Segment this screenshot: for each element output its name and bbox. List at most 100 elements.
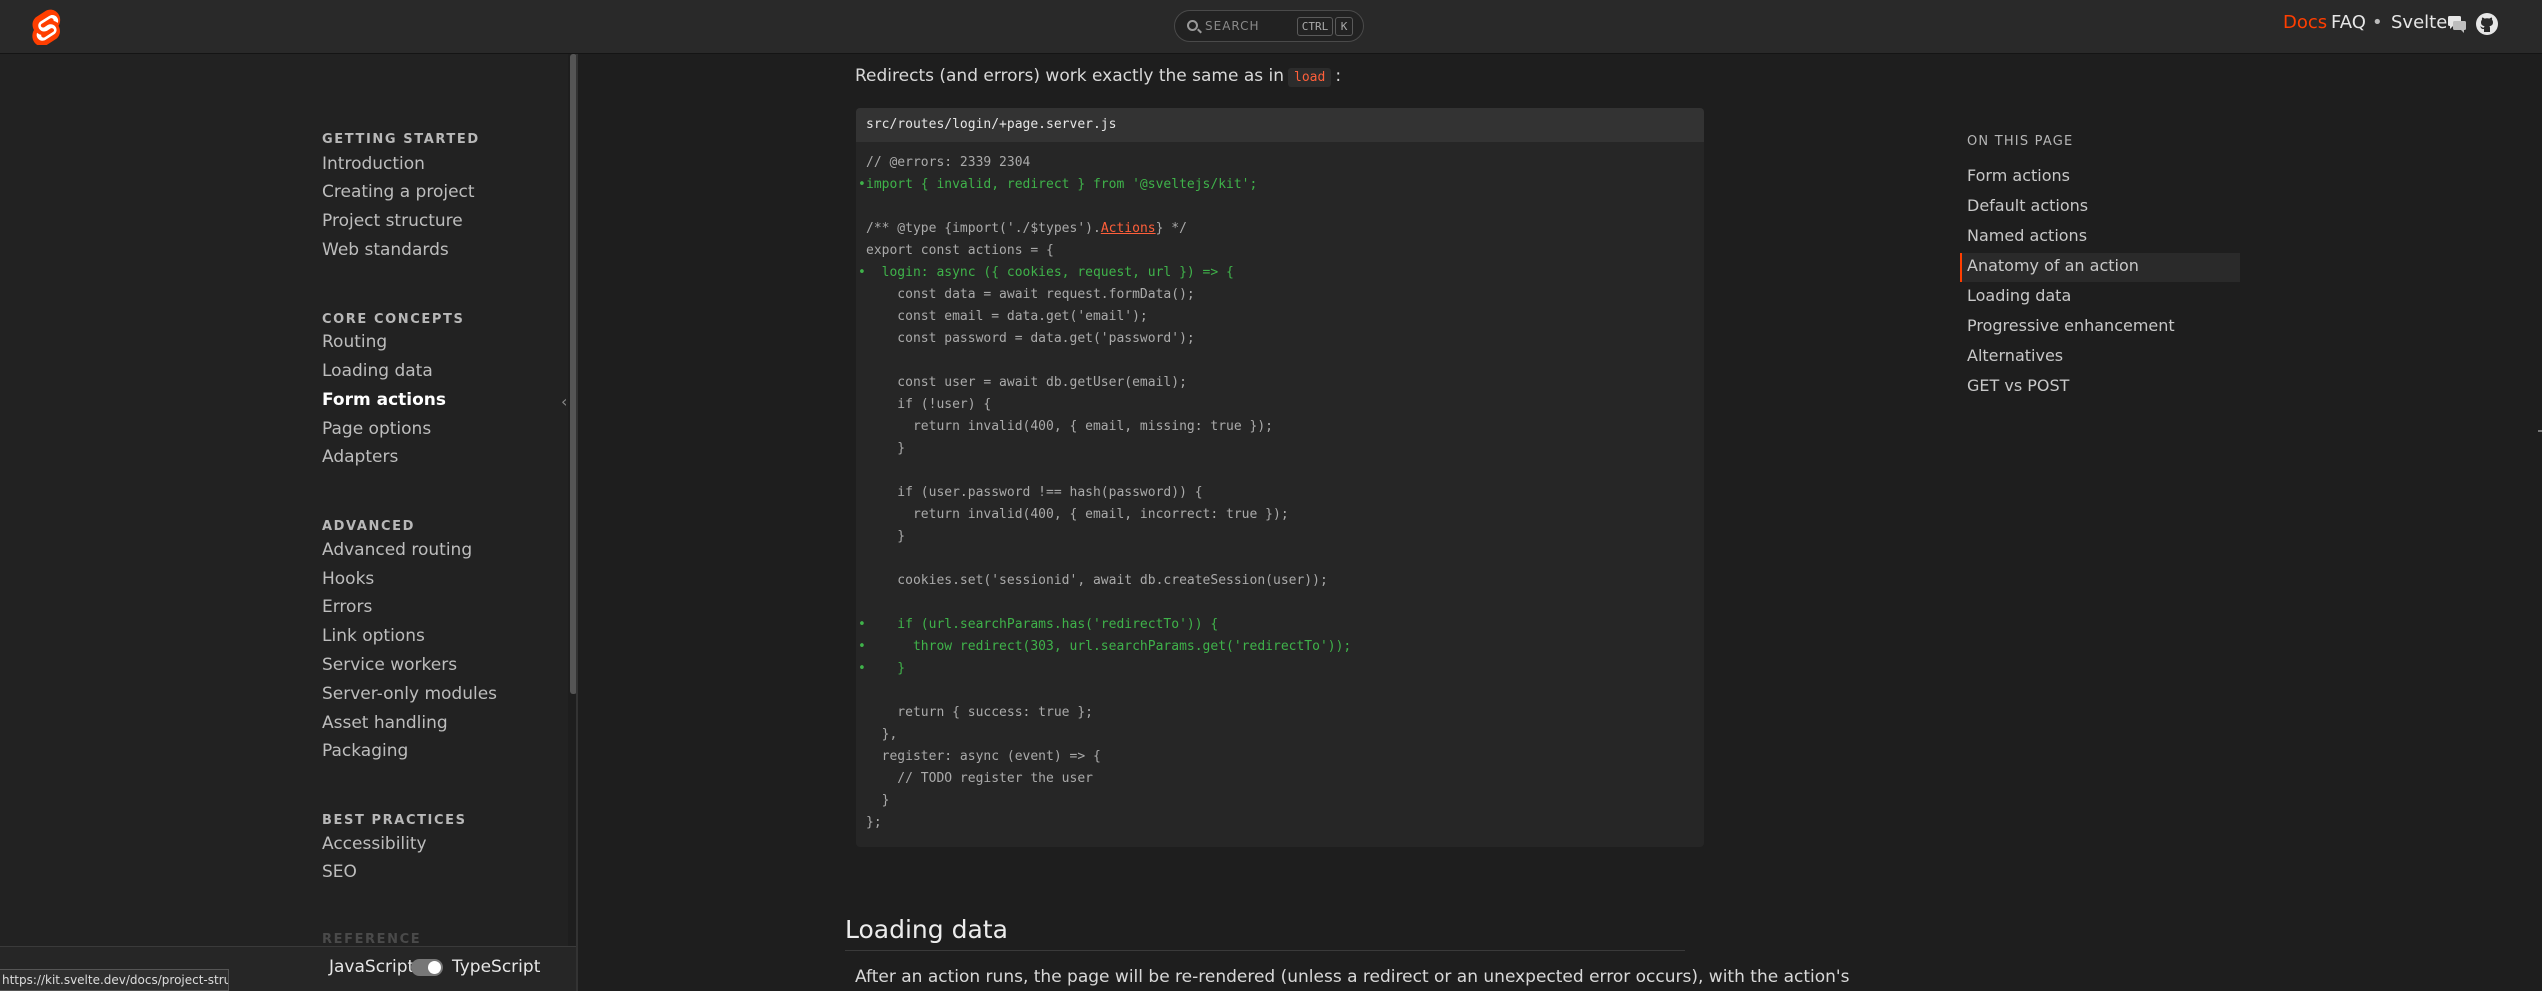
diff-added-marker: •	[858, 617, 866, 632]
toc-item-default-actions[interactable]: Default actions	[1967, 196, 2088, 215]
javascript-label[interactable]: JavaScript	[329, 957, 414, 977]
toc-item-alternatives[interactable]: Alternatives	[1967, 346, 2063, 365]
sidebar-item-routing[interactable]: Routing	[322, 332, 387, 352]
github-icon[interactable]	[2476, 13, 2498, 35]
code-line-text: cookies.set('sessionid', await db.create…	[866, 573, 1328, 588]
svelte-logo-icon[interactable]	[31, 9, 62, 45]
code-filename-bar: src/routes/login/+page.server.js	[856, 108, 1704, 142]
code-line-text: };	[866, 815, 882, 830]
diff-added-marker: •	[858, 661, 866, 676]
code-line-text: if (url.searchParams.has('redirectTo')) …	[866, 617, 1219, 632]
sidebar-item-service-workers[interactable]: Service workers	[322, 655, 457, 675]
sidebar-item-server-only-modules[interactable]: Server-only modules	[322, 684, 497, 704]
code-line: const data = await request.formData();	[856, 284, 1704, 306]
sidebar-item-advanced-routing[interactable]: Advanced routing	[322, 540, 472, 560]
code-block: src/routes/login/+page.server.js // @err…	[856, 108, 1704, 847]
code-line: return invalid(400, { email, missing: tr…	[856, 416, 1704, 438]
search-box[interactable]: SEARCH CTRL K	[1174, 10, 1364, 42]
code-line: // @errors: 2339 2304	[856, 152, 1704, 174]
sidebar-item-seo[interactable]: SEO	[322, 862, 357, 882]
sidebar-item-packaging[interactable]: Packaging	[322, 741, 408, 761]
code-line: register: async (event) => {	[856, 746, 1704, 768]
code-line-text: export const actions = {	[866, 243, 1054, 258]
sidebar-item-loading-data[interactable]: Loading data	[322, 361, 433, 381]
code-line: const email = data.get('email');	[856, 306, 1704, 328]
nav-separator: •	[2372, 12, 2383, 33]
nav-docs-link[interactable]: Docs	[2283, 12, 2327, 33]
heading-divider	[845, 950, 1685, 951]
language-toggle[interactable]	[411, 959, 443, 976]
collapse-sidebar-icon[interactable]: ‹	[561, 392, 567, 411]
shortcut-ctrl-key: CTRL	[1297, 17, 1333, 36]
code-line: return invalid(400, { email, incorrect: …	[856, 504, 1704, 526]
inline-code-load[interactable]: load	[1288, 68, 1332, 87]
toc-item-loading-data[interactable]: Loading data	[1967, 286, 2071, 305]
code-line-text: return { success: true };	[866, 705, 1093, 720]
code-line: // TODO register the user	[856, 768, 1704, 790]
code-line-text: }	[866, 441, 906, 456]
sidebar-item-accessibility[interactable]: Accessibility	[322, 834, 427, 854]
code-line: cookies.set('sessionid', await db.create…	[856, 570, 1704, 592]
sidebar-item-creating-a-project[interactable]: Creating a project	[322, 182, 475, 202]
sidebar	[0, 54, 568, 991]
typescript-label[interactable]: TypeScript	[452, 957, 540, 977]
sidebar-item-form-actions[interactable]: Form actions	[322, 390, 446, 410]
code-line-text: },	[866, 727, 898, 742]
code-line: const password = data.get('password');	[856, 328, 1704, 350]
intro-colon: :	[1335, 66, 1342, 86]
page-scrollbar-tick	[2538, 430, 2542, 432]
code-line: }	[856, 790, 1704, 812]
code-line: /** @type {import('./$types').Actions} *…	[856, 218, 1704, 240]
code-line-text: if (!user) {	[866, 397, 992, 412]
code-type-error-highlight[interactable]: Actions	[1101, 221, 1156, 236]
code-line-text: /** @type {import('./$types').Actions} *…	[866, 221, 1187, 236]
sidebar-item-asset-handling[interactable]: Asset handling	[322, 713, 448, 733]
code-line-text: const email = data.get('email');	[866, 309, 1148, 324]
chat-icon[interactable]	[2448, 16, 2466, 33]
toc-item-named-actions[interactable]: Named actions	[1967, 226, 2087, 245]
sidebar-item-adapters[interactable]: Adapters	[322, 447, 398, 467]
code-line-text: if (user.password !== hash(password)) {	[866, 485, 1203, 500]
sidebar-item-errors[interactable]: Errors	[322, 597, 372, 617]
code-token: } */	[1155, 221, 1187, 236]
sidebar-item-web-standards[interactable]: Web standards	[322, 240, 449, 260]
sidebar-item-introduction[interactable]: Introduction	[322, 154, 425, 174]
section-heading-loading-data[interactable]: Loading data	[845, 915, 1008, 944]
intro-text: Redirects (and errors) work exactly the …	[855, 66, 1284, 86]
code-line: if (!user) {	[856, 394, 1704, 416]
code-line: export const actions = {	[856, 240, 1704, 262]
toc-item-get-vs-post[interactable]: GET vs POST	[1967, 376, 2069, 395]
code-line-text: }	[866, 529, 906, 544]
code-line: const user = await db.getUser(email);	[856, 372, 1704, 394]
sidebar-item-link-options[interactable]: Link options	[322, 626, 425, 646]
code-line-text: throw redirect(303, url.searchParams.get…	[866, 639, 1352, 654]
toc-item-form-actions[interactable]: Form actions	[1967, 166, 2070, 185]
diff-added-marker: •	[858, 265, 866, 280]
code-lines: // @errors: 2339 2304 • import { invalid, …	[856, 152, 1704, 834]
code-line: }	[856, 526, 1704, 548]
sidebar-item-page-options[interactable]: Page options	[322, 419, 431, 439]
sidebar-item-project-structure[interactable]: Project structure	[322, 211, 463, 231]
code-line-text: }	[866, 661, 906, 676]
code-line-text: return invalid(400, { email, incorrect: …	[866, 507, 1289, 522]
toc-item-anatomy-of-an-action[interactable]: Anatomy of an action	[1967, 256, 2139, 275]
nav-svelte-link[interactable]: Svelte	[2391, 12, 2447, 33]
sidebar-item-hooks[interactable]: Hooks	[322, 569, 374, 589]
sidebar-section-advanced: ADVANCED	[322, 519, 415, 534]
toc-item-progressive-enhancement[interactable]: Progressive enhancement	[1967, 316, 2175, 335]
code-line: • if (url.searchParams.has('redirectTo')…	[856, 614, 1704, 636]
code-line-text: }	[866, 793, 890, 808]
code-line-text: // @errors: 2339 2304	[866, 155, 1031, 170]
code-token: /** @type {import('./$types').	[866, 221, 1101, 236]
code-line-text: login: async ({ cookies, request, url })…	[866, 265, 1234, 280]
search-placeholder: SEARCH	[1205, 19, 1260, 33]
loading-data-paragraph: After an action runs, the page will be r…	[855, 967, 1850, 987]
shortcut-k-key: K	[1335, 17, 1353, 36]
code-line: • login: async ({ cookies, request, url …	[856, 262, 1704, 284]
nav-faq-link[interactable]: FAQ	[2331, 12, 2366, 33]
code-line: return { success: true };	[856, 702, 1704, 724]
sidebar-section-getting-started: GETTING STARTED	[322, 132, 480, 147]
